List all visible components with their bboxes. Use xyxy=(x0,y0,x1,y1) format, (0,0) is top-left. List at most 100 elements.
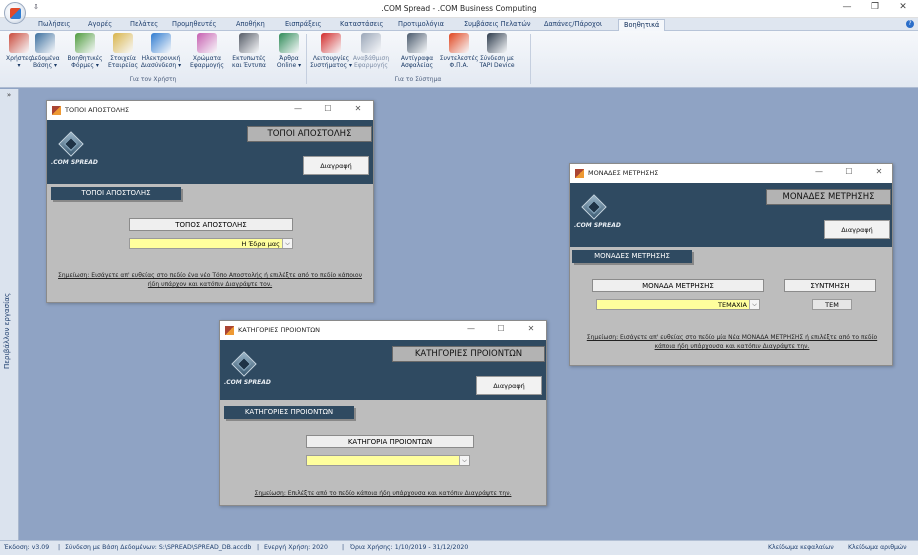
minimize-button[interactable]: — xyxy=(464,324,478,333)
expand-pane-button[interactable]: » xyxy=(0,91,18,101)
palette-button[interactable]: Χρώματα Εφαρμογής xyxy=(186,33,228,69)
ribbon-button-label: Διασύνδεση ▾ xyxy=(140,62,182,69)
tab-purchases[interactable]: Αγορές xyxy=(88,19,112,31)
forms-button[interactable]: Βοηθητικές Φόρμες ▾ xyxy=(64,33,106,69)
abbreviation-field[interactable]: ΤΕΜ xyxy=(812,299,852,310)
shipping-place-combo[interactable]: Η Έδρα μας ⌵ xyxy=(129,238,293,249)
phone-button[interactable]: Σύνδεση με TAPI Device xyxy=(476,33,518,69)
chevron-down-icon[interactable]: ⌵ xyxy=(282,239,292,248)
ribbon-button-label: Αναβάθμιση xyxy=(352,55,390,62)
tab-utilities[interactable]: Βοηθητικά xyxy=(618,19,666,31)
company-icon xyxy=(113,33,133,53)
printer-button[interactable]: Εκτυπωτές και Έντυπα xyxy=(228,33,270,69)
window-titlebar: ΚΑΤΗΓΟΡΙΕΣ ΠΡΟΙΟΝΤΩΝ — ☐ ✕ xyxy=(220,321,546,340)
percent-button[interactable]: Συντελεστές Φ.Π.Α. xyxy=(438,33,480,69)
field-label: ΤΟΠΟΣ ΑΠΟΣΤΟΛΗΣ xyxy=(129,218,293,231)
ribbon-button-label: Λειτουργίες xyxy=(312,55,350,62)
close-button[interactable]: ✕ xyxy=(872,167,886,176)
window-title: .COM Spread - .COM Business Computing xyxy=(381,4,537,13)
tab-warehouse[interactable]: Αποθήκη xyxy=(236,19,265,31)
company-logo: .COM SPREAD xyxy=(224,351,274,391)
field-label: ΚΑΤΗΓΟΡΙΑ ΠΡΟΙΟΝΤΩΝ xyxy=(306,435,474,448)
chevron-down-icon[interactable]: ⌵ xyxy=(459,456,469,465)
globe-icon xyxy=(151,33,171,53)
section-title: ΜΟΝΑΔΕΣ ΜΕΤΡΗΣΗΣ xyxy=(572,250,692,263)
form-icon xyxy=(575,169,584,178)
ribbon-group-label: Για το Σύστημα xyxy=(394,76,442,83)
status-separator: | xyxy=(58,544,61,551)
gear-button[interactable]: Λειτουργίες Συστήματος ▾ xyxy=(310,33,352,69)
window-titlebar: ΜΟΝΑΔΕΣ ΜΕΤΡΗΣΗΣ — ☐ ✕ xyxy=(570,164,892,183)
ribbon-button-label: Ασφαλείας xyxy=(400,62,434,69)
ribbon: Χρήστες ▾ Δεδομένα Βάσης ▾ Βοηθητικές Φόρμες … xyxy=(0,31,918,88)
maximize-button[interactable]: ☐ xyxy=(842,167,856,176)
maximize-button[interactable]: ☐ xyxy=(494,324,508,333)
app-logo-icon[interactable] xyxy=(4,2,26,24)
ribbon-button-label: Αντίγραφα xyxy=(400,55,434,62)
tab-receipts[interactable]: Εισπράξεις xyxy=(285,19,321,31)
ribbon-button-label: Χρώματα xyxy=(192,55,222,62)
abbreviation-label: ΣΥΝΤΜΗΣΗ xyxy=(784,279,876,292)
window-titlebar: ΤΟΠΟΙ ΑΠΟΣΤΟΛΗΣ — ☐ ✕ xyxy=(47,101,373,120)
minimize-button[interactable]: — xyxy=(812,167,826,176)
category-combo[interactable]: ⌵ xyxy=(306,455,470,466)
ribbon-button-label: Φόρμες ▾ xyxy=(71,62,99,69)
ribbon-button-label: Εφαρμογής xyxy=(190,62,224,69)
phone-icon xyxy=(487,33,507,53)
ribbon-button-label: Δεδομένα xyxy=(30,55,60,62)
database-button[interactable]: Δεδομένα Βάσης ▾ xyxy=(24,33,66,69)
minimize-button[interactable]: — xyxy=(836,2,858,12)
note-text: Σημείωση: Εισάγετε απ' ευθείας στο πεδίο… xyxy=(586,334,878,350)
delete-button[interactable]: Διαγραφή xyxy=(303,156,369,175)
tab-customers[interactable]: Πελάτες xyxy=(130,19,158,31)
field-label: ΜΟΝΑΔΑ ΜΕΤΡΗΣΗΣ xyxy=(592,279,764,292)
ribbon-button-label: Εταιρείας xyxy=(108,62,138,69)
status-separator: | xyxy=(257,544,260,551)
globe-button[interactable]: Ηλεκτρονική Διασύνδεση ▾ xyxy=(140,33,182,69)
ribbon-group-label: Για τον Χρήστη xyxy=(129,76,177,83)
backup-icon xyxy=(407,33,427,53)
printer-icon xyxy=(239,33,259,53)
update-icon xyxy=(361,33,381,53)
num-lock-indicator: Κλείδωμα αριθμών xyxy=(848,544,907,551)
maximize-button[interactable]: ☐ xyxy=(321,104,335,113)
ribbon-button-label: Συντελεστές xyxy=(439,55,479,62)
pen-button[interactable]: Άρθρα Online ▾ xyxy=(268,33,310,69)
section-title: ΤΟΠΟΙ ΑΠΟΣΤΟΛΗΣ xyxy=(51,187,181,200)
restore-button[interactable]: ❐ xyxy=(864,2,886,12)
window-title: ΤΟΠΟΙ ΑΠΟΣΤΟΛΗΣ xyxy=(65,106,130,114)
status-bar: Έκδοση: v3.09 | Σύνδεση με Βάση Δεδομένω… xyxy=(0,540,918,555)
tab-contracts[interactable]: Συμβάσεις Πελατών xyxy=(464,19,531,31)
tab-reports[interactable]: Καταστάσεις xyxy=(340,19,383,31)
ribbon-button-label: Online ▾ xyxy=(276,62,302,69)
title-bar: ⇩ .COM Spread - .COM Business Computing … xyxy=(0,0,918,24)
close-button[interactable]: ✕ xyxy=(892,2,914,12)
status-database: Σύνδεση με Βάση Δεδομένων: S:\SPREAD\SPR… xyxy=(65,544,252,551)
status-year-range: Όρια Χρήσης: 1/10/2019 - 31/12/2020 xyxy=(350,544,469,551)
ribbon-button-label: Σύνδεση με xyxy=(479,55,515,62)
delete-button[interactable]: Διαγραφή xyxy=(476,376,542,395)
help-icon[interactable]: ? xyxy=(906,20,914,28)
shipping-places-window: ΤΟΠΟΙ ΑΠΟΣΤΟΛΗΣ — ☐ ✕ .COM SPREAD ΤΟΠΟΙ … xyxy=(46,100,374,303)
navigation-pane-label[interactable]: Περιβάλλον εργασίας xyxy=(3,293,11,369)
window-title: ΚΑΤΗΓΟΡΙΕΣ ΠΡΟΙΟΝΤΩΝ xyxy=(238,326,321,334)
delete-button[interactable]: Διαγραφή xyxy=(824,220,890,239)
close-button[interactable]: ✕ xyxy=(524,324,538,333)
unit-combo[interactable]: ΤΕΜΑΧΙΑ ⌵ xyxy=(596,299,760,310)
update-button[interactable]: Αναβάθμιση Εφαρμογής xyxy=(350,33,392,69)
tab-proforma[interactable]: Προτιμολόγια xyxy=(398,19,444,31)
minimize-button[interactable]: — xyxy=(291,104,305,113)
chevron-down-icon[interactable]: ⌵ xyxy=(749,300,759,309)
gear-icon xyxy=(321,33,341,53)
tab-sales[interactable]: Πωλήσεις xyxy=(38,19,70,31)
form-icon xyxy=(225,326,234,335)
ribbon-button-label: Φ.Π.Α. xyxy=(449,62,469,69)
tab-expenses[interactable]: Δαπάνες/Πάροχοι xyxy=(544,19,602,31)
close-button[interactable]: ✕ xyxy=(351,104,365,113)
tab-suppliers[interactable]: Προμηθευτές xyxy=(172,19,216,31)
backup-button[interactable]: Αντίγραφα Ασφαλείας xyxy=(396,33,438,69)
status-separator: | xyxy=(342,544,345,551)
company-logo: .COM SPREAD xyxy=(51,131,101,171)
units-of-measure-window: ΜΟΝΑΔΕΣ ΜΕΤΡΗΣΗΣ — ☐ ✕ .COM SPREAD ΜΟΝΑΔ… xyxy=(569,163,893,366)
company-button[interactable]: Στοιχεία Εταιρείας xyxy=(102,33,144,69)
